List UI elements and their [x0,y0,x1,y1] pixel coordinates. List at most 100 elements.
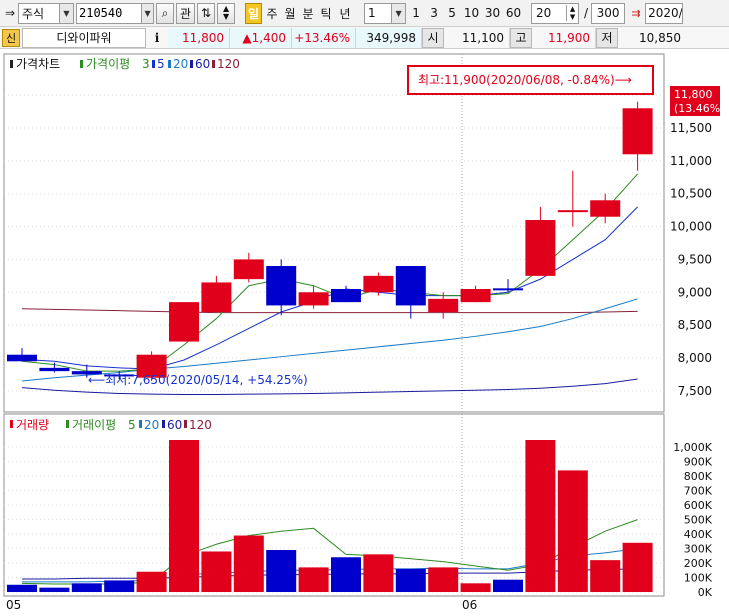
candle-body [590,200,621,217]
spin-arrows-icon[interactable]: ▲ ▼ [566,5,578,21]
volume-bar [39,587,70,592]
volume-bar [7,584,37,592]
chevron-down-icon: ▼ [59,3,73,23]
period-year-button[interactable]: 년 [336,3,354,24]
high-label: 고 [510,27,532,48]
chevron-down-icon: ▼ [391,3,406,23]
period-day-button[interactable]: 일 [245,2,263,24]
price-tick-label: 11,500 [670,121,712,135]
info-button[interactable]: i [146,28,168,48]
period-week-button[interactable]: 주 [264,3,280,24]
unit-10-button[interactable]: 10 [462,3,481,24]
unit-60-button[interactable]: 60 [504,3,523,24]
price-tick-label: 9,000 [678,285,712,299]
low-annotation: ⟵최저:7,650(2020/05/14, +54.25%) [88,373,308,387]
chevron-down-icon: ▼ [141,3,153,23]
current-price: 11,800 [168,27,230,48]
candle-body [298,292,329,306]
volume-tick-label: 300K [684,543,713,556]
candle-body [7,354,37,362]
volume-bar [622,542,653,592]
legend-marker-icon [162,420,165,428]
interest-button[interactable]: 관 [176,2,196,24]
candle-body [331,289,361,303]
market-select-value: 주식 [22,6,45,21]
stock-code-input[interactable]: ▼ [76,2,154,24]
legend-marker-icon [66,420,69,428]
count-total-input[interactable]: 300 [591,2,626,24]
ma3-legend: 3 [142,57,150,71]
sync-button[interactable]: ⇅ [197,2,216,24]
unit-select[interactable]: 1 ▼ [364,2,407,24]
price-tick-label: 11,000 [670,154,712,168]
volume-tick-label: 400K [684,528,713,541]
volume-panel-title: 거래량 [16,418,49,432]
candle-body [525,220,556,276]
toolbar: ⇒ 주식 ▼ ▼ ⌕ 관 ⇅ ▲▼ 일 주 월 분 틱 년 1 ▼ 1 3 5 … [0,0,729,27]
ma60-legend: 60 [195,57,210,71]
candle-body [233,259,264,280]
unit-30-button[interactable]: 30 [483,3,502,24]
stock-link-icon[interactable]: ⇒ [2,6,18,20]
legend-marker-icon [10,60,13,68]
current-price-tag-percent: (13.46%) [674,102,725,115]
legend-marker-icon [139,420,142,428]
price-tick-label: 10,500 [670,187,712,201]
unit-5-button[interactable]: 5 [444,3,460,24]
volume-bar [71,583,102,592]
volume-bar [590,560,621,592]
volume-tick-label: 600K [684,499,713,512]
period-minute-button[interactable]: 분 [300,3,316,24]
quote-bar: 신 디와이파워 i 11,800 ▲1,400 +13.46% 349,998 … [0,27,729,49]
stock-code-field[interactable] [77,6,142,20]
volume-bar [136,571,167,592]
market-select[interactable]: 주식 ▼ [18,2,74,24]
candle-body [169,302,199,342]
candle-body [557,210,588,213]
open-label: 시 [422,27,444,48]
candle-body [622,108,653,155]
volume-legend: 거래량 거래이평 5 20 60 120 [10,418,212,432]
count-stepper[interactable]: 20 ▲ ▼ [531,2,580,24]
ma-legend-label: 가격이평 [86,57,130,71]
count-total-value: 300 [596,6,620,20]
price-tick-label: 7,500 [678,384,712,398]
volume-bar [104,580,135,592]
unit-3-button[interactable]: 3 [426,3,442,24]
low-label: 저 [596,27,618,48]
unit-select-value: 1 [368,6,376,20]
legend-marker-icon [190,60,193,68]
volume-tick-label: 700K [684,485,713,498]
period-month-button[interactable]: 월 [282,3,298,24]
vol-ma20-legend: 20 [144,418,159,432]
current-price-tag-value: 11,800 [674,88,713,101]
period-tick-button[interactable]: 틱 [318,3,334,24]
price-panel-title: 가격차트 [16,57,60,71]
high-price: 11,900 [532,27,596,48]
volume-bar [557,470,588,592]
stock-name: 디와이파워 [22,27,146,48]
legend-marker-icon [152,60,155,68]
chart-area[interactable]: 12,00011,50011,00010,50010,0009,5009,000… [0,52,729,616]
x-axis-label-june: 06 [462,598,477,612]
legend-marker-icon [80,60,83,68]
volume-tick-label: 800K [684,470,713,483]
search-button[interactable]: ⌕ [156,2,174,24]
stepper-button[interactable]: ▲ ▼ [217,2,236,24]
volume-tick-label: 200K [684,557,713,570]
ma5-legend: 5 [157,57,165,71]
x-axis-label-may: 05 [6,598,21,612]
vol-ma120-legend: 120 [189,418,212,432]
legend-marker-icon [10,420,13,428]
price-tick-label: 8,000 [678,351,712,365]
unit-1-button[interactable]: 1 [408,3,424,24]
date-input[interactable]: 2020/ [645,2,684,24]
candle-body [460,289,491,303]
price-axis-ticks: 12,00011,50011,00010,50010,0009,5009,000… [670,88,712,398]
reset-icon[interactable]: ⇉ [627,7,645,20]
candle-body [266,266,297,306]
volume-tick-label: 100K [684,572,713,585]
vol-ma-legend-label: 거래이평 [72,418,116,432]
count-separator: / [584,6,589,20]
sync-icon: ⇅ [201,6,212,20]
